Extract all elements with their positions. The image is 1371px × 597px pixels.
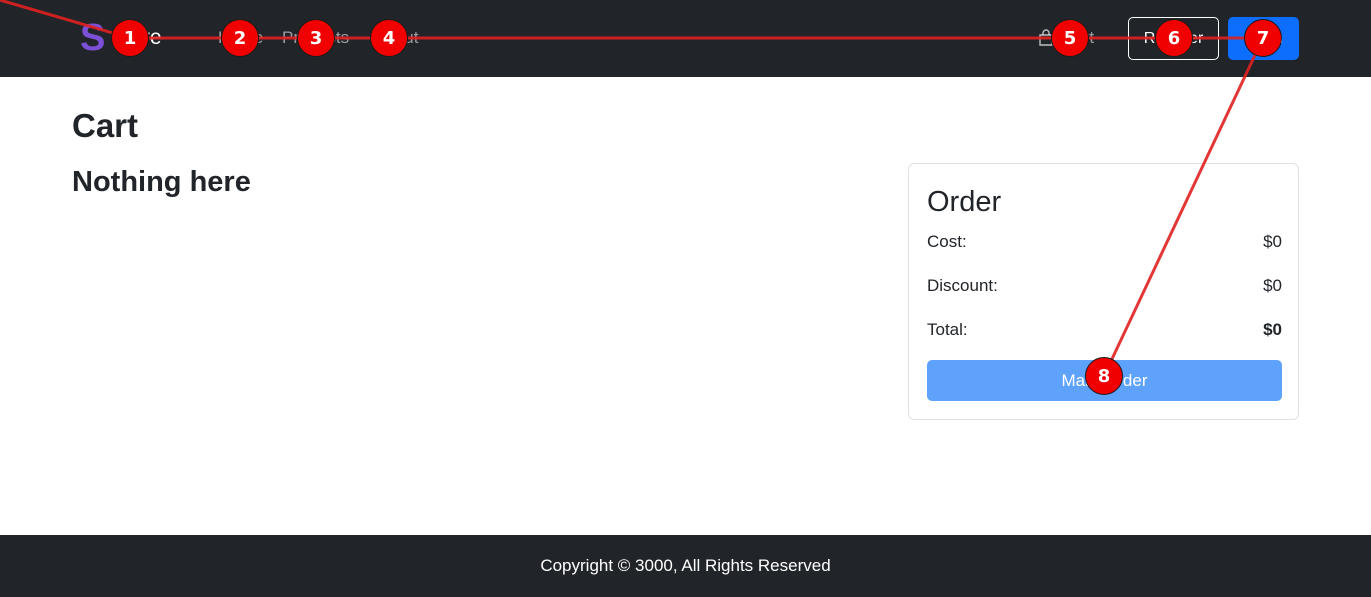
discount-label: Discount: — [927, 276, 998, 295]
nav-link-home[interactable]: Home — [218, 26, 263, 50]
order-summary-card: Order Cost: $0 Discount: $0 Total: $0 Ma… — [908, 163, 1299, 420]
brand-link[interactable]: S Store — [80, 18, 162, 58]
make-order-button[interactable]: Make order — [927, 360, 1282, 401]
navbar: S Store Home Products About Cart Registe… — [0, 0, 1371, 77]
cost-label: Cost: — [927, 232, 967, 251]
nav-link-about[interactable]: About — [374, 26, 418, 50]
order-row-discount: Discount: $0 — [927, 275, 1282, 297]
order-title: Order — [927, 186, 1002, 218]
shopping-bag-icon — [1039, 29, 1053, 46]
register-button[interactable]: Register — [1128, 17, 1219, 60]
total-label: Total: — [927, 320, 968, 339]
total-value: $0 — [1263, 320, 1282, 339]
footer: Copyright © 3000, All Rights Reserved — [0, 535, 1371, 597]
cart-link[interactable]: Cart — [1038, 26, 1094, 50]
brand-logo: S — [80, 17, 106, 59]
discount-value: $0 — [1263, 276, 1282, 295]
order-row-cost: Cost: $0 — [927, 231, 1282, 253]
nav-link-products[interactable]: Products — [282, 26, 349, 50]
cart-label: Cart — [1062, 28, 1095, 47]
order-row-total: Total: $0 — [927, 319, 1282, 341]
cost-value: $0 — [1263, 232, 1282, 251]
brand-name: Store — [111, 26, 162, 49]
footer-copyright: Copyright © 3000, All Rights Reserved — [540, 556, 831, 575]
login-button[interactable]: Login — [1228, 17, 1299, 60]
empty-cart-message: Nothing here — [72, 166, 251, 198]
page-title: Cart — [72, 107, 139, 144]
